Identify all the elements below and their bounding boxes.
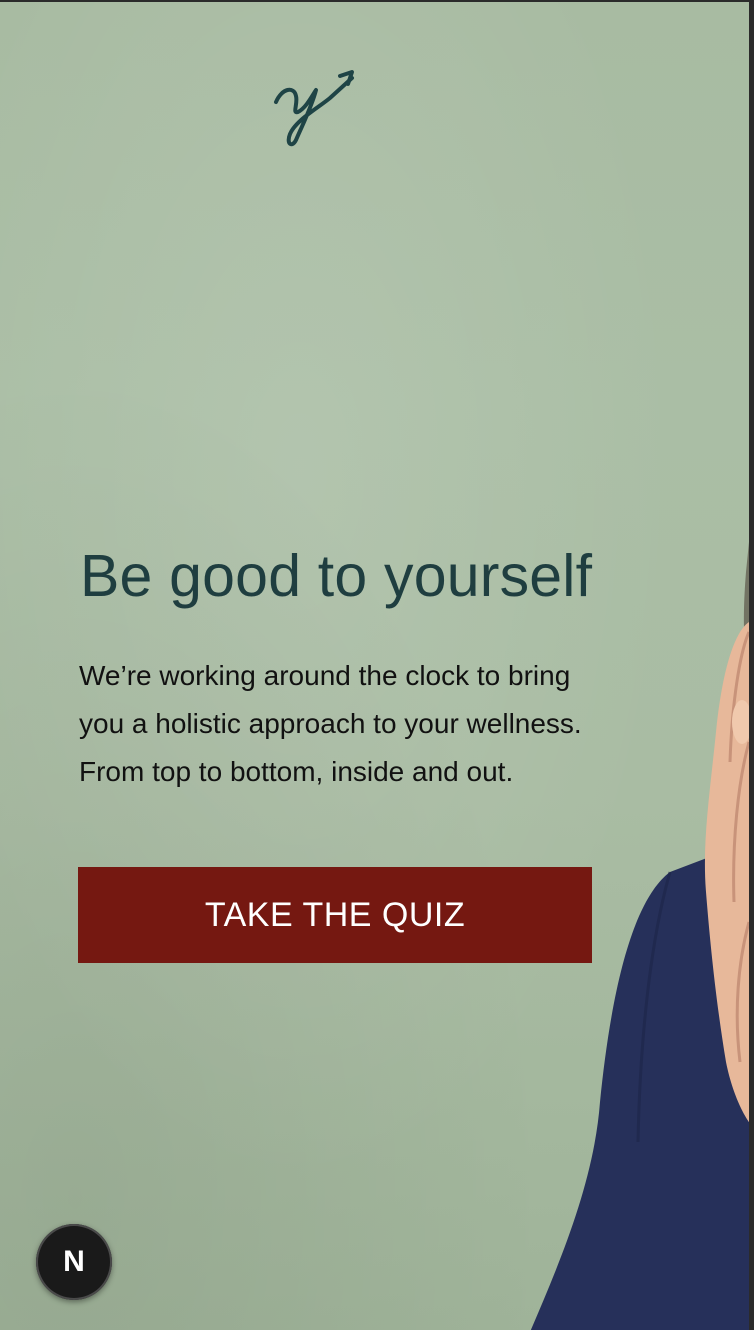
hero-description-line-1: We’re working around the clock to bring <box>79 660 571 691</box>
browser-frame: Be good to yourself We’re working around… <box>0 0 754 1330</box>
logo-icon[interactable] <box>272 68 356 148</box>
hero-section: Be good to yourself We’re working around… <box>0 2 749 1330</box>
hero-person-image <box>530 542 749 1330</box>
take-the-quiz-button[interactable]: TAKE THE QUIZ <box>78 867 592 963</box>
hero-description-line-2: you a holistic approach to your wellness… <box>79 708 582 739</box>
hero-description-line-3: From top to bottom, inside and out. <box>79 756 514 787</box>
hero-headline: Be good to yourself <box>80 543 593 609</box>
nextjs-dev-badge-icon[interactable]: N <box>36 1224 112 1300</box>
